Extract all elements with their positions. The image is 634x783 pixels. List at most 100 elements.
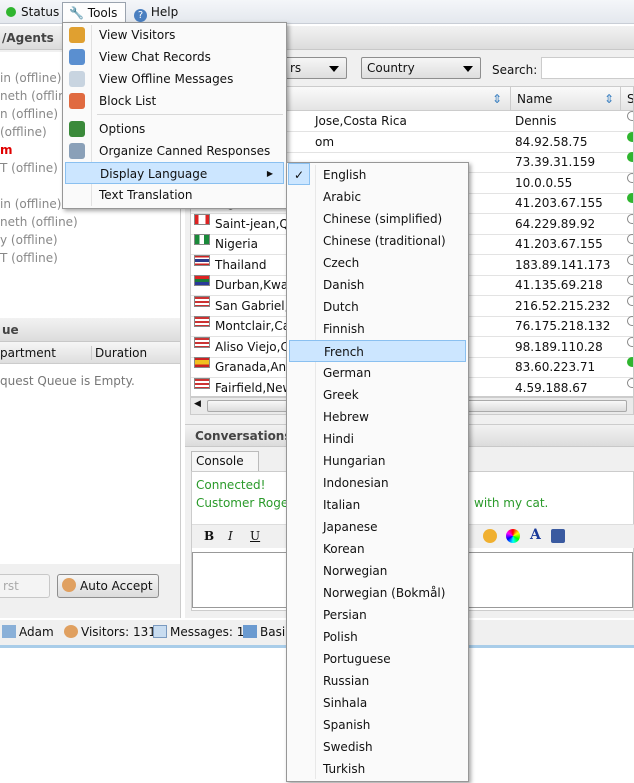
language-option-portuguese[interactable]: Portuguese xyxy=(289,648,466,670)
emoticon-icon[interactable] xyxy=(483,529,497,543)
status-idle-clock-icon xyxy=(627,295,633,306)
visitors-filter-dropdown[interactable]: rs xyxy=(284,57,347,79)
column-status[interactable]: St xyxy=(621,87,633,111)
language-option-norwegian-bokm-l-[interactable]: Norwegian (Bokmål) xyxy=(289,582,466,604)
language-option-korean[interactable]: Korean xyxy=(289,538,466,560)
sort-icon: ⇕ xyxy=(603,92,614,106)
chat-message-tail: with my cat. xyxy=(474,496,549,510)
language-option-chinese-traditional-[interactable]: Chinese (traditional) xyxy=(289,230,466,252)
language-option-italian[interactable]: Italian xyxy=(289,494,466,516)
auto-accept-button[interactable]: Auto Accept xyxy=(57,574,159,598)
language-option-turkish[interactable]: Turkish xyxy=(289,758,466,780)
tab-console[interactable]: Console xyxy=(191,451,259,471)
language-option-swedish[interactable]: Swedish xyxy=(289,736,466,758)
language-label: Italian xyxy=(323,498,361,512)
menu-item-options[interactable]: Options xyxy=(65,118,284,140)
accept-first-button[interactable]: rst xyxy=(0,574,50,598)
underline-button[interactable]: U xyxy=(250,529,260,543)
language-option-german[interactable]: German xyxy=(289,362,466,384)
menu-item-label: Organize Canned Responses xyxy=(99,144,271,158)
block-user-icon xyxy=(69,93,85,109)
language-option-spanish[interactable]: Spanish xyxy=(289,714,466,736)
queue-col-duration[interactable]: Duration xyxy=(95,346,147,360)
flag-th-icon xyxy=(194,254,210,266)
save-icon[interactable] xyxy=(551,529,565,543)
status-idle-clock-icon xyxy=(627,336,633,347)
agent-list-item[interactable]: T (offline) xyxy=(0,251,58,265)
status-idle-clock-icon xyxy=(627,111,633,121)
language-option-danish[interactable]: Danish xyxy=(289,274,466,296)
menu-item-display-language[interactable]: Display Language ▶ xyxy=(65,162,284,184)
cell-location: Jose,Costa Rica xyxy=(315,114,407,128)
cell-location: Montclair,Cali xyxy=(215,319,297,333)
language-label: Hebrew xyxy=(323,410,369,424)
auto-accept-icon xyxy=(62,578,76,592)
messages-count-label: Messages: 1 xyxy=(170,625,245,639)
language-option-arabic[interactable]: Arabic xyxy=(289,186,466,208)
column-name[interactable]: Name ⇕ xyxy=(511,87,621,111)
language-option-finnish[interactable]: Finnish xyxy=(289,318,466,340)
agent-list-item[interactable]: neth (offline) xyxy=(0,215,78,229)
scroll-left-icon[interactable]: ◀ xyxy=(194,399,201,409)
menu-item-organize-canned-responses[interactable]: Organize Canned Responses xyxy=(65,140,284,162)
language-option-persian[interactable]: Persian xyxy=(289,604,466,626)
flag-us-icon xyxy=(194,316,210,327)
agent-list-item[interactable]: (offline) xyxy=(0,125,47,139)
menu-item-label: View Offline Messages xyxy=(99,72,234,86)
bold-button[interactable]: B xyxy=(204,529,214,543)
language-option-hebrew[interactable]: Hebrew xyxy=(289,406,466,428)
menu-item-block-list[interactable]: Block List xyxy=(65,90,284,112)
language-label: Persian xyxy=(323,608,367,622)
menu-item-view-visitors[interactable]: View Visitors xyxy=(65,24,284,46)
menu-item-label: Text Translation xyxy=(99,188,193,202)
language-option-chinese-simplified-[interactable]: Chinese (simplified) xyxy=(289,208,466,230)
language-option-hindi[interactable]: Hindi xyxy=(289,428,466,450)
envelope-icon xyxy=(153,625,167,638)
key-window-icon xyxy=(243,625,257,638)
country-dropdown[interactable]: Country xyxy=(361,57,481,79)
menu-status[interactable]: Status xyxy=(0,2,65,23)
visitors-count[interactable]: Visitors: 131 xyxy=(64,625,156,639)
font-icon[interactable]: A xyxy=(530,527,541,543)
agent-list-item[interactable]: T (offline) xyxy=(0,161,58,175)
basic-status[interactable]: Basi xyxy=(243,625,285,639)
menu-tools[interactable]: 🔧 Tools xyxy=(62,2,126,23)
language-option-russian[interactable]: Russian xyxy=(289,670,466,692)
agent-list-item[interactable]: in (offline) xyxy=(0,71,61,85)
menu-tools-label: Tools xyxy=(87,6,118,20)
language-label: Danish xyxy=(323,278,365,292)
search-input[interactable] xyxy=(541,57,634,79)
language-label: Swedish xyxy=(323,740,373,754)
language-option-english[interactable]: ✓ English xyxy=(288,163,466,186)
cell-name: 84.92.58.75 xyxy=(515,134,588,149)
agent-list-item[interactable]: y (offline) xyxy=(0,233,58,247)
language-option-hungarian[interactable]: Hungarian xyxy=(289,450,466,472)
language-option-japanese[interactable]: Japanese xyxy=(289,516,466,538)
menu-item-text-translation[interactable]: Text Translation xyxy=(65,184,284,206)
queue-header: ue xyxy=(0,318,180,342)
language-label: Spanish xyxy=(323,718,371,732)
messages-count[interactable]: Messages: 1 xyxy=(153,625,244,639)
visitor-icon xyxy=(69,27,85,43)
menu-item-view-chat-records[interactable]: View Chat Records xyxy=(65,46,284,68)
language-option-polish[interactable]: Polish xyxy=(289,626,466,648)
language-option-czech[interactable]: Czech xyxy=(289,252,466,274)
flag-us-icon xyxy=(194,336,210,348)
menu-help[interactable]: ? Help xyxy=(128,2,184,23)
language-option-dutch[interactable]: Dutch xyxy=(289,296,466,318)
menu-item-view-offline-messages[interactable]: View Offline Messages xyxy=(65,68,284,90)
language-option-french[interactable]: French xyxy=(289,340,466,362)
agent-list-item[interactable]: n (offline) xyxy=(0,107,58,121)
language-option-indonesian[interactable]: Indonesian xyxy=(289,472,466,494)
cell-name: 76.175.218.132 xyxy=(515,319,611,333)
menu-item-label: View Visitors xyxy=(99,28,176,42)
agent-list-item[interactable]: in (offline) xyxy=(0,197,61,211)
queue-col-department[interactable]: partment xyxy=(0,346,92,360)
agent-list-item[interactable]: m xyxy=(0,143,13,157)
cell-location: Nigeria xyxy=(215,237,258,251)
language-option-norwegian[interactable]: Norwegian xyxy=(289,560,466,582)
italic-button[interactable]: I xyxy=(228,529,233,543)
language-option-sinhala[interactable]: Sinhala xyxy=(289,692,466,714)
language-option-greek[interactable]: Greek xyxy=(289,384,466,406)
color-picker-icon[interactable] xyxy=(506,529,520,543)
